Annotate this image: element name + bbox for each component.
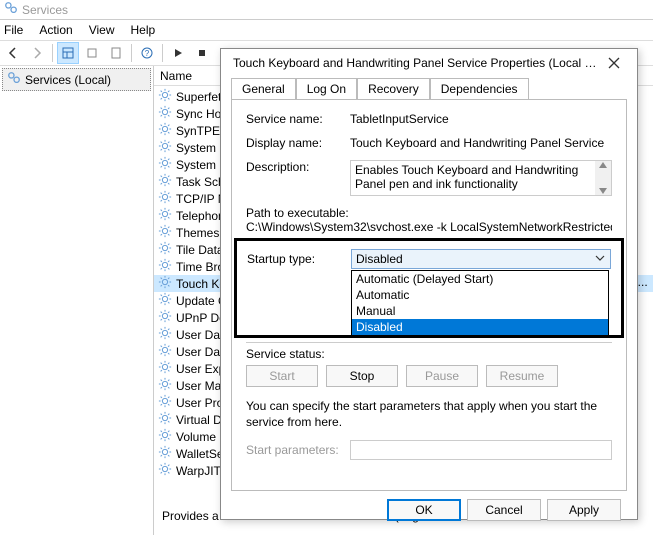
gear-icon xyxy=(158,224,172,241)
services-icon xyxy=(4,1,18,18)
dropdown-option[interactable]: Manual xyxy=(352,303,608,319)
gear-icon xyxy=(158,122,172,139)
gear-icon xyxy=(158,105,172,122)
start-button[interactable]: Start xyxy=(246,365,318,387)
menu-help[interactable]: Help xyxy=(131,23,156,37)
service-control-buttons: Start Stop Pause Resume xyxy=(246,365,612,387)
gear-icon xyxy=(158,411,172,428)
dropdown-option[interactable]: Automatic xyxy=(352,287,608,303)
apply-button[interactable]: Apply xyxy=(547,499,621,521)
gear-icon xyxy=(158,88,172,105)
gear-icon xyxy=(158,326,172,343)
close-icon xyxy=(608,57,620,69)
window-titlebar: Services xyxy=(0,0,653,20)
help-button[interactable]: ? xyxy=(136,42,158,64)
gear-icon xyxy=(158,428,172,445)
start-parameters-input[interactable] xyxy=(350,440,612,460)
label-service-name: Service name: xyxy=(246,112,350,126)
tab-body-general: Service name: TabletInputService Display… xyxy=(231,99,627,491)
menubar: File Action View Help xyxy=(0,20,653,40)
start-service-button[interactable] xyxy=(167,42,189,64)
gear-icon xyxy=(158,360,172,377)
startup-type-dropdown[interactable]: Automatic (Delayed Start)AutomaticManual… xyxy=(351,270,609,336)
back-button[interactable] xyxy=(2,42,24,64)
export-button[interactable] xyxy=(105,42,127,64)
gear-icon xyxy=(158,207,172,224)
menu-file[interactable]: File xyxy=(4,23,23,37)
value-path: C:\Windows\System32\svchost.exe -k Local… xyxy=(246,220,612,234)
service-name: Themes xyxy=(176,226,219,240)
cancel-button[interactable]: Cancel xyxy=(467,499,541,521)
dialog-title: Touch Keyboard and Handwriting Panel Ser… xyxy=(233,56,599,70)
dropdown-option[interactable]: Automatic (Delayed Start) xyxy=(352,271,608,287)
label-display-name: Display name: xyxy=(246,136,350,150)
close-button[interactable] xyxy=(599,51,629,75)
resume-button[interactable]: Resume xyxy=(486,365,558,387)
tab-dependencies[interactable]: Dependencies xyxy=(430,78,529,100)
ok-button[interactable]: OK xyxy=(387,499,461,521)
gear-icon xyxy=(158,343,172,360)
pause-button[interactable]: Pause xyxy=(406,365,478,387)
gear-icon xyxy=(158,173,172,190)
gear-icon xyxy=(158,377,172,394)
label-service-status: Service status: xyxy=(246,347,350,361)
label-start-parameters: Start parameters: xyxy=(246,443,350,457)
dropdown-option[interactable]: Disabled xyxy=(352,319,608,335)
gear-icon xyxy=(158,309,172,326)
value-service-name: TabletInputService xyxy=(350,112,612,126)
value-display-name: Touch Keyboard and Handwriting Panel Ser… xyxy=(350,136,612,150)
dialog-titlebar: Touch Keyboard and Handwriting Panel Ser… xyxy=(221,49,637,77)
description-scrollbar[interactable] xyxy=(595,161,611,195)
gear-icon xyxy=(158,394,172,411)
chevron-down-icon xyxy=(594,252,606,267)
gear-icon xyxy=(158,156,172,173)
forward-button[interactable] xyxy=(26,42,48,64)
gear-icon xyxy=(158,275,172,292)
label-path: Path to executable: xyxy=(246,206,612,220)
gear-icon xyxy=(158,445,172,462)
window-title: Services xyxy=(22,3,68,17)
hint-text: You can specify the start parameters tha… xyxy=(246,399,612,430)
gear-icon xyxy=(158,462,172,479)
label-description: Description: xyxy=(246,160,350,174)
gear-icon xyxy=(158,292,172,309)
startup-type-section: Startup type: Disabled Automatic (Delaye… xyxy=(234,238,624,338)
tab-logon[interactable]: Log On xyxy=(296,78,357,100)
gear-icon xyxy=(158,139,172,156)
details-view-button[interactable] xyxy=(57,42,79,64)
menu-action[interactable]: Action xyxy=(39,23,72,37)
tree-pane: Services (Local) xyxy=(0,66,154,535)
properties-dialog: Touch Keyboard and Handwriting Panel Ser… xyxy=(220,48,638,520)
dialog-buttons: OK Cancel Apply xyxy=(221,499,637,525)
menu-view[interactable]: View xyxy=(89,23,115,37)
properties-button[interactable] xyxy=(81,42,103,64)
tree-item-label: Services (Local) xyxy=(25,73,111,87)
services-icon xyxy=(7,71,21,88)
tree-services-local[interactable]: Services (Local) xyxy=(2,68,151,91)
stop-service-button[interactable] xyxy=(191,42,213,64)
tab-strip: General Log On Recovery Dependencies xyxy=(221,78,637,100)
gear-icon xyxy=(158,241,172,258)
tab-general[interactable]: General xyxy=(231,78,296,100)
gear-icon xyxy=(158,190,172,207)
value-description: Enables Touch Keyboard and Handwriting P… xyxy=(350,160,612,196)
tab-recovery[interactable]: Recovery xyxy=(357,78,430,100)
label-startup-type: Startup type: xyxy=(247,252,351,266)
svg-text:?: ? xyxy=(145,49,150,58)
startup-type-combobox[interactable]: Disabled xyxy=(351,249,611,269)
stop-button[interactable]: Stop xyxy=(326,365,398,387)
gear-icon xyxy=(158,258,172,275)
